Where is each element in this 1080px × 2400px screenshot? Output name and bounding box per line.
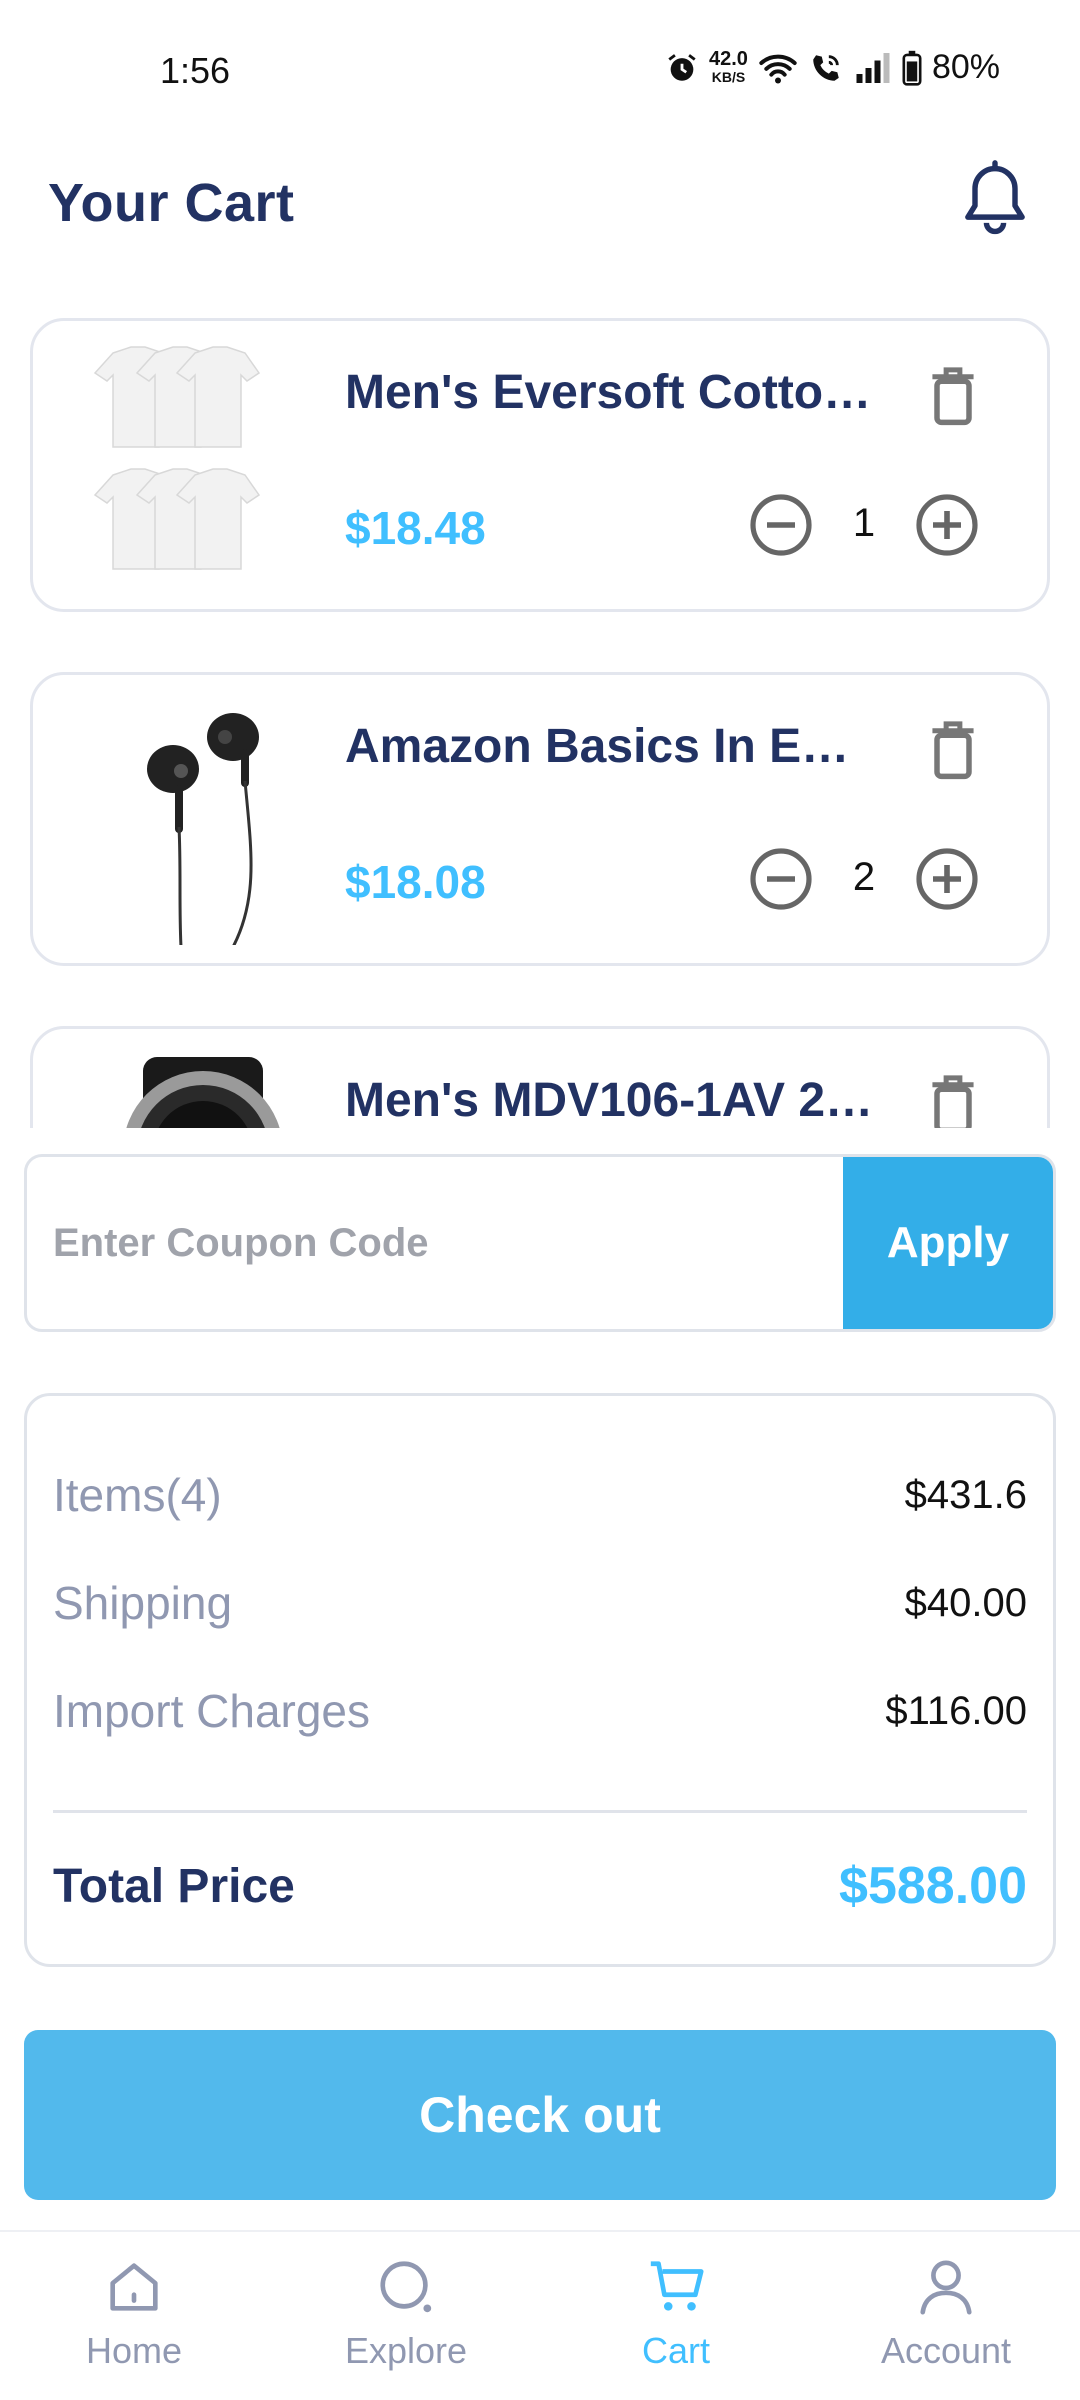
shipping-value: $40.00 — [904, 1580, 1027, 1625]
quantity-stepper: 2 — [749, 843, 989, 915]
minus-icon[interactable] — [749, 493, 813, 557]
trash-icon[interactable] — [925, 363, 981, 427]
summary-shipping-row: Shipping $40.00 — [53, 1576, 1027, 1630]
nav-cart-label: Cart — [641, 2330, 710, 2371]
nav-home[interactable]: Home — [34, 2256, 234, 2396]
coupon-input[interactable] — [27, 1157, 847, 1329]
nav-cart[interactable]: Cart — [576, 2256, 776, 2396]
nav-explore-label: Explore — [344, 2330, 468, 2371]
product-image-earbuds — [147, 713, 259, 945]
nav-account[interactable]: Account — [846, 2256, 1046, 2396]
import-value: $116.00 — [885, 1688, 1027, 1733]
home-icon — [110, 2263, 158, 2311]
bell-icon[interactable] — [960, 160, 1030, 240]
summary-import-row: Import Charges $116.00 — [53, 1684, 1027, 1738]
product-title[interactable]: Men's Eversoft Cotton T-Shirts — [345, 365, 875, 420]
summary-items-row: Items(4) $431.6 — [53, 1468, 1027, 1522]
alarm-icon — [668, 53, 696, 81]
nav-account-label: Account — [880, 2330, 1012, 2371]
plus-icon[interactable] — [915, 847, 979, 911]
search-icon — [380, 2261, 432, 2313]
signal-icon — [856, 52, 890, 83]
user-icon — [920, 2260, 972, 2315]
network-speed: 42.0 KB/S — [709, 47, 748, 85]
trash-icon[interactable] — [925, 1071, 981, 1128]
shipping-label: Shipping — [53, 1577, 233, 1629]
total-value: $588.00 — [839, 1857, 1027, 1915]
cart-item[interactable]: Men's Eversoft Cotton T-Shirts $18.48 1 — [30, 318, 1050, 612]
coupon-box: Apply — [24, 1154, 1056, 1332]
product-image-watch — [126, 1057, 280, 1128]
product-title[interactable]: Men's MDV106-1AV 200M Watch — [345, 1073, 875, 1128]
cart-icon — [650, 2261, 704, 2311]
product-price: $18.48 — [345, 502, 486, 554]
items-value: $431.6 — [904, 1472, 1027, 1517]
items-label: Items(4) — [53, 1469, 222, 1521]
nav-explore[interactable]: Explore — [306, 2256, 506, 2396]
summary-total-row: Total Price $588.00 — [53, 1856, 1027, 1916]
cart-item[interactable]: Amazon Basics In Ear Headphones $18.08 2 — [30, 672, 1050, 966]
quantity-value: 1 — [852, 501, 876, 545]
header: Your Cart — [0, 160, 1080, 260]
quantity-value: 2 — [852, 855, 876, 899]
plus-icon[interactable] — [915, 493, 979, 557]
minus-icon[interactable] — [749, 847, 813, 911]
page-title: Your Cart — [48, 173, 295, 233]
apply-button[interactable]: Apply — [843, 1157, 1053, 1329]
import-label: Import Charges — [53, 1685, 371, 1737]
status-time: 1:56 — [160, 50, 231, 91]
wifi-icon — [759, 54, 797, 83]
cart-list[interactable]: Men's Eversoft Cotton T-Shirts $18.48 1 … — [0, 300, 1080, 1128]
status-icons: 42.0 KB/S 80% — [665, 48, 1000, 87]
product-image-tshirts — [93, 346, 261, 570]
summary-divider — [53, 1810, 1027, 1813]
product-price: $18.08 — [345, 856, 486, 908]
battery-percent: 80% — [931, 48, 1000, 86]
total-label: Total Price — [53, 1859, 295, 1913]
order-summary: Items(4) $431.6 Shipping $40.00 Import C… — [24, 1393, 1056, 1967]
cart-item[interactable]: Men's MDV106-1AV 200M Watch — [30, 1026, 1050, 1128]
bottom-nav: Home Explore Cart Account — [0, 2230, 1080, 2400]
status-bar: 1:56 42.0 KB/S 80% — [0, 0, 1080, 140]
checkout-button[interactable]: Check out — [24, 2030, 1056, 2200]
nav-home-label: Home — [85, 2330, 183, 2371]
trash-icon[interactable] — [925, 717, 981, 781]
quantity-stepper: 1 — [749, 489, 989, 561]
wifi-call-icon — [813, 54, 839, 81]
product-title[interactable]: Amazon Basics In Ear Headphones — [345, 719, 875, 774]
battery-icon — [902, 50, 922, 86]
